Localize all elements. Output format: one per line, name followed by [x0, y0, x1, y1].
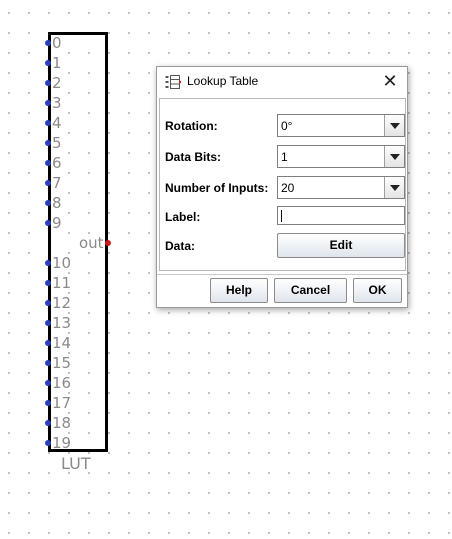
- input-pin-label: 18: [52, 414, 72, 432]
- edit-data-button[interactable]: Edit: [277, 233, 405, 258]
- rotation-label: Rotation:: [165, 119, 218, 133]
- input-pin-label: 6: [52, 154, 62, 172]
- input-pin-label: 5: [52, 134, 62, 152]
- ok-button[interactable]: OK: [353, 278, 402, 303]
- input-pin-label: 13: [52, 314, 72, 332]
- input-pin[interactable]: [45, 220, 51, 226]
- input-pin[interactable]: [45, 80, 51, 86]
- input-pin-label: 7: [52, 174, 62, 192]
- input-pin[interactable]: [45, 60, 51, 66]
- rotation-value: 0°: [281, 119, 293, 133]
- data-label: Data:: [165, 239, 196, 253]
- input-pin[interactable]: [45, 400, 51, 406]
- chevron-down-icon[interactable]: [384, 115, 404, 136]
- input-pin-label: 4: [52, 114, 62, 132]
- input-pin[interactable]: [45, 260, 51, 266]
- input-pin-label: 2: [52, 74, 62, 92]
- input-pin[interactable]: [45, 320, 51, 326]
- chevron-down-icon[interactable]: [384, 177, 404, 198]
- input-pin-label: 15: [52, 354, 72, 372]
- data-bits-select[interactable]: 1: [277, 145, 405, 168]
- input-pin[interactable]: [45, 300, 51, 306]
- input-pin[interactable]: [45, 280, 51, 286]
- input-pin[interactable]: [45, 180, 51, 186]
- input-pin[interactable]: [45, 120, 51, 126]
- lookup-table-dialog: Lookup Table ✕ Rotation: 0° Data Bits: 1…: [156, 66, 408, 308]
- chevron-down-icon[interactable]: [384, 146, 404, 167]
- input-pin[interactable]: [45, 360, 51, 366]
- input-pin[interactable]: [45, 380, 51, 386]
- num-inputs-select[interactable]: 20: [277, 176, 405, 199]
- input-pin-label: 12: [52, 294, 72, 312]
- close-icon[interactable]: ✕: [379, 70, 401, 92]
- component-caption: LUT: [61, 454, 91, 473]
- input-pin-label: 14: [52, 334, 72, 352]
- cancel-button[interactable]: Cancel: [274, 278, 347, 303]
- output-pin[interactable]: [105, 240, 111, 246]
- input-pin[interactable]: [45, 340, 51, 346]
- input-pin-label: 17: [52, 394, 72, 412]
- input-pin[interactable]: [45, 200, 51, 206]
- num-inputs-value: 20: [281, 181, 295, 195]
- help-button[interactable]: Help: [210, 278, 268, 303]
- input-pin-label: 8: [52, 194, 62, 212]
- output-pin-label: out: [79, 234, 104, 252]
- num-inputs-label: Number of Inputs:: [165, 181, 269, 195]
- attributes-panel: Rotation: 0° Data Bits: 1 Number of Inpu…: [159, 98, 406, 271]
- input-pin-label: 1: [52, 54, 62, 72]
- input-pin-label: 9: [52, 214, 62, 232]
- label-field-label: Label:: [165, 210, 201, 224]
- input-pin[interactable]: [45, 420, 51, 426]
- input-pin[interactable]: [45, 140, 51, 146]
- input-pin[interactable]: [45, 440, 51, 446]
- input-pin-label: 10: [52, 254, 72, 272]
- input-pin[interactable]: [45, 100, 51, 106]
- dialog-title: Lookup Table: [187, 74, 259, 88]
- input-pin-label: 19: [52, 434, 72, 452]
- rotation-select[interactable]: 0°: [277, 114, 405, 137]
- text-caret: [281, 210, 282, 222]
- input-pin-label: 16: [52, 374, 72, 392]
- input-pin-label: 3: [52, 94, 62, 112]
- input-pin-label: 0: [52, 34, 62, 52]
- input-pin-label: 11: [52, 274, 72, 292]
- input-pin[interactable]: [45, 40, 51, 46]
- data-bits-label: Data Bits:: [165, 150, 222, 164]
- dialog-content: Rotation: 0° Data Bits: 1 Number of Inpu…: [157, 98, 407, 338]
- lookup-table-icon: [165, 75, 182, 89]
- data-bits-value: 1: [281, 150, 288, 164]
- footer-divider: [157, 274, 407, 275]
- dialog-titlebar[interactable]: Lookup Table ✕: [157, 67, 407, 97]
- label-input[interactable]: [277, 206, 405, 225]
- input-pin[interactable]: [45, 160, 51, 166]
